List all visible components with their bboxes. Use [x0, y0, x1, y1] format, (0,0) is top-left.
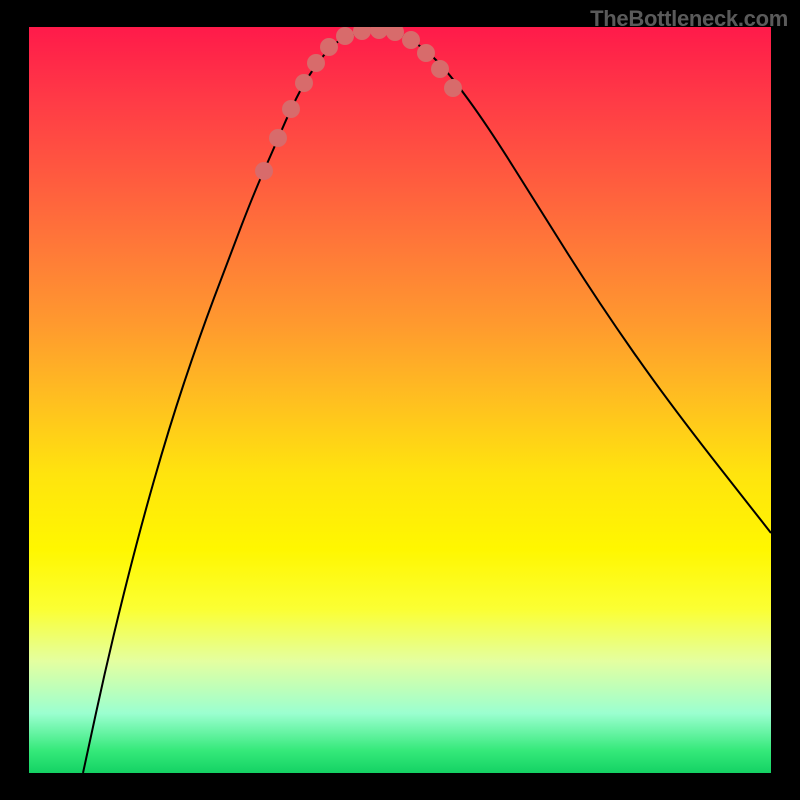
gradient-plot-area	[29, 27, 771, 773]
watermark-text: TheBottleneck.com	[590, 6, 788, 32]
